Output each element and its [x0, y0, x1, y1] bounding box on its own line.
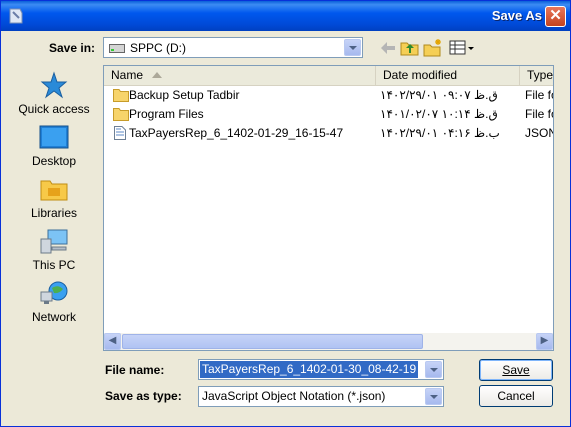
- views-menu-icon[interactable]: [448, 37, 476, 59]
- column-type-label: Type: [527, 68, 554, 82]
- file-list[interactable]: Name Date modified Type Backup Setup Tad…: [103, 65, 554, 351]
- column-name-label: Name: [111, 68, 144, 82]
- file-name-value[interactable]: TaxPayersRep_6_1402-01-30_08-42-19: [198, 360, 420, 379]
- cancel-button[interactable]: Cancel: [479, 385, 553, 407]
- file-name: Program Files: [129, 107, 204, 121]
- file-date: ۱۴۰۲/۲۹/۰۱ ب.ظ ۰۴:۱۶: [380, 126, 500, 140]
- window-title: Save As: [491, 8, 542, 23]
- horizontal-scrollbar[interactable]: ◀ ▶: [104, 333, 553, 350]
- chevron-down-icon[interactable]: [344, 39, 361, 56]
- save-in-dropdown[interactable]: SPPC (D:): [103, 37, 363, 58]
- place-network[interactable]: Network: [12, 279, 96, 324]
- place-label: This PC: [32, 258, 76, 272]
- column-date-label: Date modified: [383, 68, 458, 82]
- save-type-value: JavaScript Object Notation (*.json): [202, 389, 386, 403]
- computer-icon: [40, 229, 68, 254]
- place-quick-access[interactable]: Quick access: [12, 71, 96, 116]
- save-button-label: Save: [502, 363, 530, 377]
- back-arrow-icon[interactable]: [377, 37, 399, 59]
- libraries-icon: [40, 180, 68, 201]
- chevron-down-icon[interactable]: [425, 388, 442, 405]
- file-name-field[interactable]: TaxPayersRep_6_1402-01-30_08-42-19: [198, 359, 444, 380]
- file-date: ۱۴۰۲/۲۹/۰۱ ق.ظ ۰۹:۰۷: [380, 88, 498, 102]
- place-label: Quick access: [18, 102, 90, 116]
- json-file-icon: [114, 126, 126, 140]
- place-this-pc[interactable]: This PC: [12, 227, 96, 272]
- new-folder-icon[interactable]: [422, 37, 444, 59]
- folder-icon: [113, 108, 129, 121]
- column-header-type[interactable]: Type: [520, 66, 554, 85]
- save-type-dropdown[interactable]: JavaScript Object Notation (*.json): [198, 386, 444, 407]
- place-libraries[interactable]: Libraries: [12, 175, 96, 220]
- file-type: File fo: [525, 88, 553, 102]
- column-header-name[interactable]: Name: [104, 66, 376, 85]
- save-as-dialog: Save As ✕ Save in: SPPC (D:) Quick acces…: [0, 0, 571, 427]
- place-desktop[interactable]: Desktop: [12, 125, 96, 168]
- cancel-button-label: Cancel: [497, 389, 535, 403]
- file-type: File fo: [525, 107, 553, 121]
- app-icon: [9, 8, 23, 24]
- sort-up-icon: [152, 72, 162, 78]
- drive-icon: [109, 44, 125, 53]
- save-type-label: Save as type:: [105, 389, 182, 403]
- place-label: Desktop: [31, 154, 77, 168]
- chevron-down-icon[interactable]: [425, 361, 442, 378]
- file-row[interactable]: Program Files ۱۴۰۱/۰۲/۰۷ ق.ظ ۱۰:۱۴ File …: [104, 105, 553, 124]
- file-date: ۱۴۰۱/۰۲/۰۷ ق.ظ ۱۰:۱۴: [380, 107, 498, 121]
- file-name-label: File name:: [105, 363, 165, 377]
- file-name: TaxPayersRep_6_1402-01-29_16-15-47: [129, 126, 344, 140]
- close-button[interactable]: ✕: [545, 6, 566, 27]
- place-label: Libraries: [30, 206, 78, 220]
- star-icon: [40, 71, 68, 99]
- save-in-label: Save in:: [49, 41, 96, 55]
- folder-icon: [113, 89, 129, 102]
- scroll-right-button[interactable]: ▶: [536, 333, 553, 350]
- title-bar[interactable]: Save As ✕: [1, 1, 570, 31]
- place-label: Network: [31, 310, 76, 324]
- file-name: Backup Setup Tadbir: [129, 88, 240, 102]
- scroll-left-button[interactable]: ◀: [104, 333, 121, 350]
- network-icon: [40, 281, 68, 304]
- up-one-level-icon[interactable]: [399, 37, 421, 59]
- file-row[interactable]: TaxPayersRep_6_1402-01-29_16-15-47 ۱۴۰۲/…: [104, 124, 553, 143]
- column-header-date[interactable]: Date modified: [376, 66, 520, 85]
- desktop-icon: [39, 125, 69, 149]
- save-in-value: SPPC (D:): [130, 41, 187, 55]
- scroll-thumb[interactable]: [122, 334, 423, 349]
- save-button[interactable]: Save: [479, 359, 553, 381]
- close-icon: ✕: [549, 7, 562, 24]
- column-header-row: Name Date modified Type: [104, 66, 553, 86]
- file-row[interactable]: Backup Setup Tadbir ۱۴۰۲/۲۹/۰۱ ق.ظ ۰۹:۰۷…: [104, 86, 553, 105]
- places-bar: Quick access Desktop Libraries This PC N…: [12, 65, 96, 351]
- file-type: JSON: [525, 126, 553, 140]
